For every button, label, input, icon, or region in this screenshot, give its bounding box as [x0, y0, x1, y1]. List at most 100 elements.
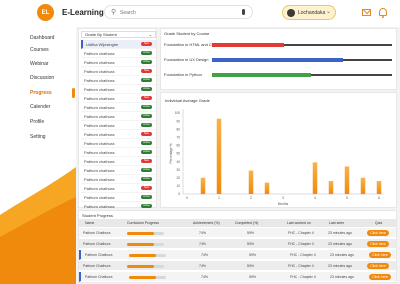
status-badge: New — [141, 159, 152, 163]
student-list-item[interactable]: Pathum chathura Active — [81, 76, 156, 85]
completed-cell: 59% — [247, 242, 255, 246]
chart-bar — [328, 181, 334, 194]
mail-icon[interactable] — [362, 9, 371, 16]
last-seen-cell: 23 minutes ago — [330, 253, 354, 257]
achievement-cell: 74% — [199, 242, 207, 246]
quiz-button[interactable]: Click here — [369, 274, 391, 280]
student-list-item[interactable]: Uditha Wijesinghe New — [81, 40, 156, 49]
chart-bar — [200, 177, 206, 194]
bell-icon[interactable] — [379, 8, 387, 18]
achievement-cell: 74% — [199, 231, 207, 235]
quiz-button[interactable]: Click here — [367, 241, 389, 247]
x-tick-label: 4 — [314, 196, 316, 200]
student-list-item[interactable]: Pathum chathura Active — [81, 175, 156, 184]
status-badge: Active — [141, 141, 152, 145]
microphone-icon[interactable] — [242, 9, 245, 15]
column-header: Achievement (%) — [193, 221, 220, 225]
student-name-cell: Pathum Chathura — [85, 275, 113, 279]
student-name: Pathum chathura — [84, 105, 115, 110]
sidebar-item-setting[interactable]: Setting — [30, 134, 46, 140]
user-name: Lochandaka — [298, 10, 326, 16]
achievement-cell: 74% — [199, 264, 207, 268]
student-list-item[interactable]: Pathum chathura Active — [81, 85, 156, 94]
student-list-item[interactable]: Pathum chathura New — [81, 67, 156, 76]
grade-by-student-label: Grade By Student — [85, 32, 117, 37]
sidebar-item-progress[interactable]: Progress — [30, 90, 52, 96]
student-name: Pathum chathura — [84, 123, 115, 128]
sidebar-item-discussion[interactable]: Discussion — [30, 75, 54, 81]
average-grade-panel: Individual Average Grade 0 10 20 30 40 50 60 70 8… — [160, 92, 397, 208]
status-badge: Active — [141, 168, 152, 172]
student-name: Pathum chathura — [84, 51, 115, 56]
quiz-button[interactable]: Click here — [367, 230, 389, 236]
sidebar-item-calender[interactable]: Calender — [30, 104, 50, 110]
y-tick-label: 0 — [178, 192, 180, 196]
student-name-cell: Pathum Chathura — [83, 264, 111, 268]
y-tick-label: 100 — [175, 111, 181, 115]
status-badge: New — [141, 96, 152, 100]
course-progress-fill — [212, 73, 311, 77]
sidebar-item-courses[interactable]: Courses — [30, 47, 49, 53]
student-progress-title: Student Progress — [82, 213, 113, 218]
student-list-item[interactable]: Pathum chathura Active — [81, 112, 156, 121]
chevron-down-icon: ⌄ — [325, 9, 331, 15]
search-input[interactable] — [120, 8, 232, 17]
y-axis-label: Percentage % — [169, 143, 173, 163]
quiz-button[interactable]: Click here — [369, 252, 391, 258]
y-tick-label: 10 — [176, 184, 180, 188]
curriculum-progress-fill — [127, 232, 155, 235]
grade-by-course-panel: Grade Student by Course Foundation in HT… — [160, 28, 397, 90]
course-progress-track — [212, 73, 392, 77]
student-list-item[interactable]: Pathum chathura New — [81, 94, 156, 103]
y-tick-label: 40 — [176, 160, 180, 164]
search-bar[interactable]: ⚲ — [104, 5, 253, 19]
chevron-down-icon: ⌄ — [148, 32, 152, 37]
curriculum-progress-fill — [129, 276, 157, 279]
user-menu[interactable]: Lochandaka ⌄ — [282, 5, 336, 20]
student-list-item[interactable]: Pathum chathura New — [81, 130, 156, 139]
table-row: Pathum Chathura 74% 59% FHC - Chapter 4 23 m… — [79, 228, 396, 238]
y-tick-label: 50 — [176, 152, 180, 156]
last-worked-cell: FHC - Chapter 4 — [288, 264, 314, 268]
avatar — [287, 9, 295, 17]
sidebar-item-dashboard[interactable]: Dashboard — [30, 35, 54, 41]
sidebar-item-profile[interactable]: Profile — [30, 119, 44, 125]
column-header: Name — [85, 221, 95, 225]
student-list-item[interactable]: Pathum chathura Active — [81, 166, 156, 175]
student-list-item[interactable]: Pathum chathura Active — [81, 103, 156, 112]
x-tick-label: 6 — [378, 196, 380, 200]
student-list-item[interactable]: Pathum chathura Active — [81, 121, 156, 130]
x-tick-label: 0 — [186, 196, 188, 200]
column-header: Last worked on — [287, 221, 311, 225]
student-list-item[interactable]: Pathum chathura Active — [81, 148, 156, 157]
app-title: E-Learning — [62, 8, 104, 17]
student-list-item[interactable]: Pathum chathura New — [81, 157, 156, 166]
grade-by-student-select[interactable]: Grade By Student ⌄ — [81, 31, 156, 38]
student-list-item[interactable]: Pathum chathura Active — [81, 139, 156, 148]
student-name: Pathum chathura — [84, 177, 115, 182]
sidebar-item-webinar[interactable]: Webinar — [30, 61, 49, 67]
table-row: Pathum Chathura 74% 59% FHC - Chapter 4 23 m… — [79, 250, 396, 260]
student-name-cell: Pathum Chathura — [85, 253, 113, 257]
student-list-item[interactable]: Pathum chathura New — [81, 184, 156, 193]
student-list-item[interactable]: Pathum chathura Active — [81, 58, 156, 67]
last-seen-cell: 23 minutes ago — [328, 242, 352, 246]
achievement-cell: 74% — [201, 253, 209, 257]
student-list-item[interactable]: Pathum chathura Active — [81, 193, 156, 202]
top-header: EL E-Learning ⚲ Lochandaka ⌄ — [0, 0, 400, 27]
student-name: Pathum chathura — [84, 195, 115, 200]
student-name: Pathum chathura — [84, 78, 115, 83]
student-list-item[interactable]: Pathum chathura Active — [81, 49, 156, 58]
chart-bar — [360, 177, 366, 194]
y-tick-label: 70 — [176, 136, 180, 140]
y-tick-label: 30 — [176, 168, 180, 172]
status-badge: Active — [141, 177, 152, 181]
course-label: Foundation in Python — [164, 72, 202, 77]
x-tick-label: 1 — [218, 196, 220, 200]
quiz-button[interactable]: Click here — [367, 263, 389, 269]
column-header: Last seen — [329, 221, 345, 225]
chart-bar — [264, 182, 270, 194]
status-badge: Active — [141, 105, 152, 109]
chart-bar — [248, 170, 254, 194]
student-name: Pathum chathura — [84, 141, 115, 146]
